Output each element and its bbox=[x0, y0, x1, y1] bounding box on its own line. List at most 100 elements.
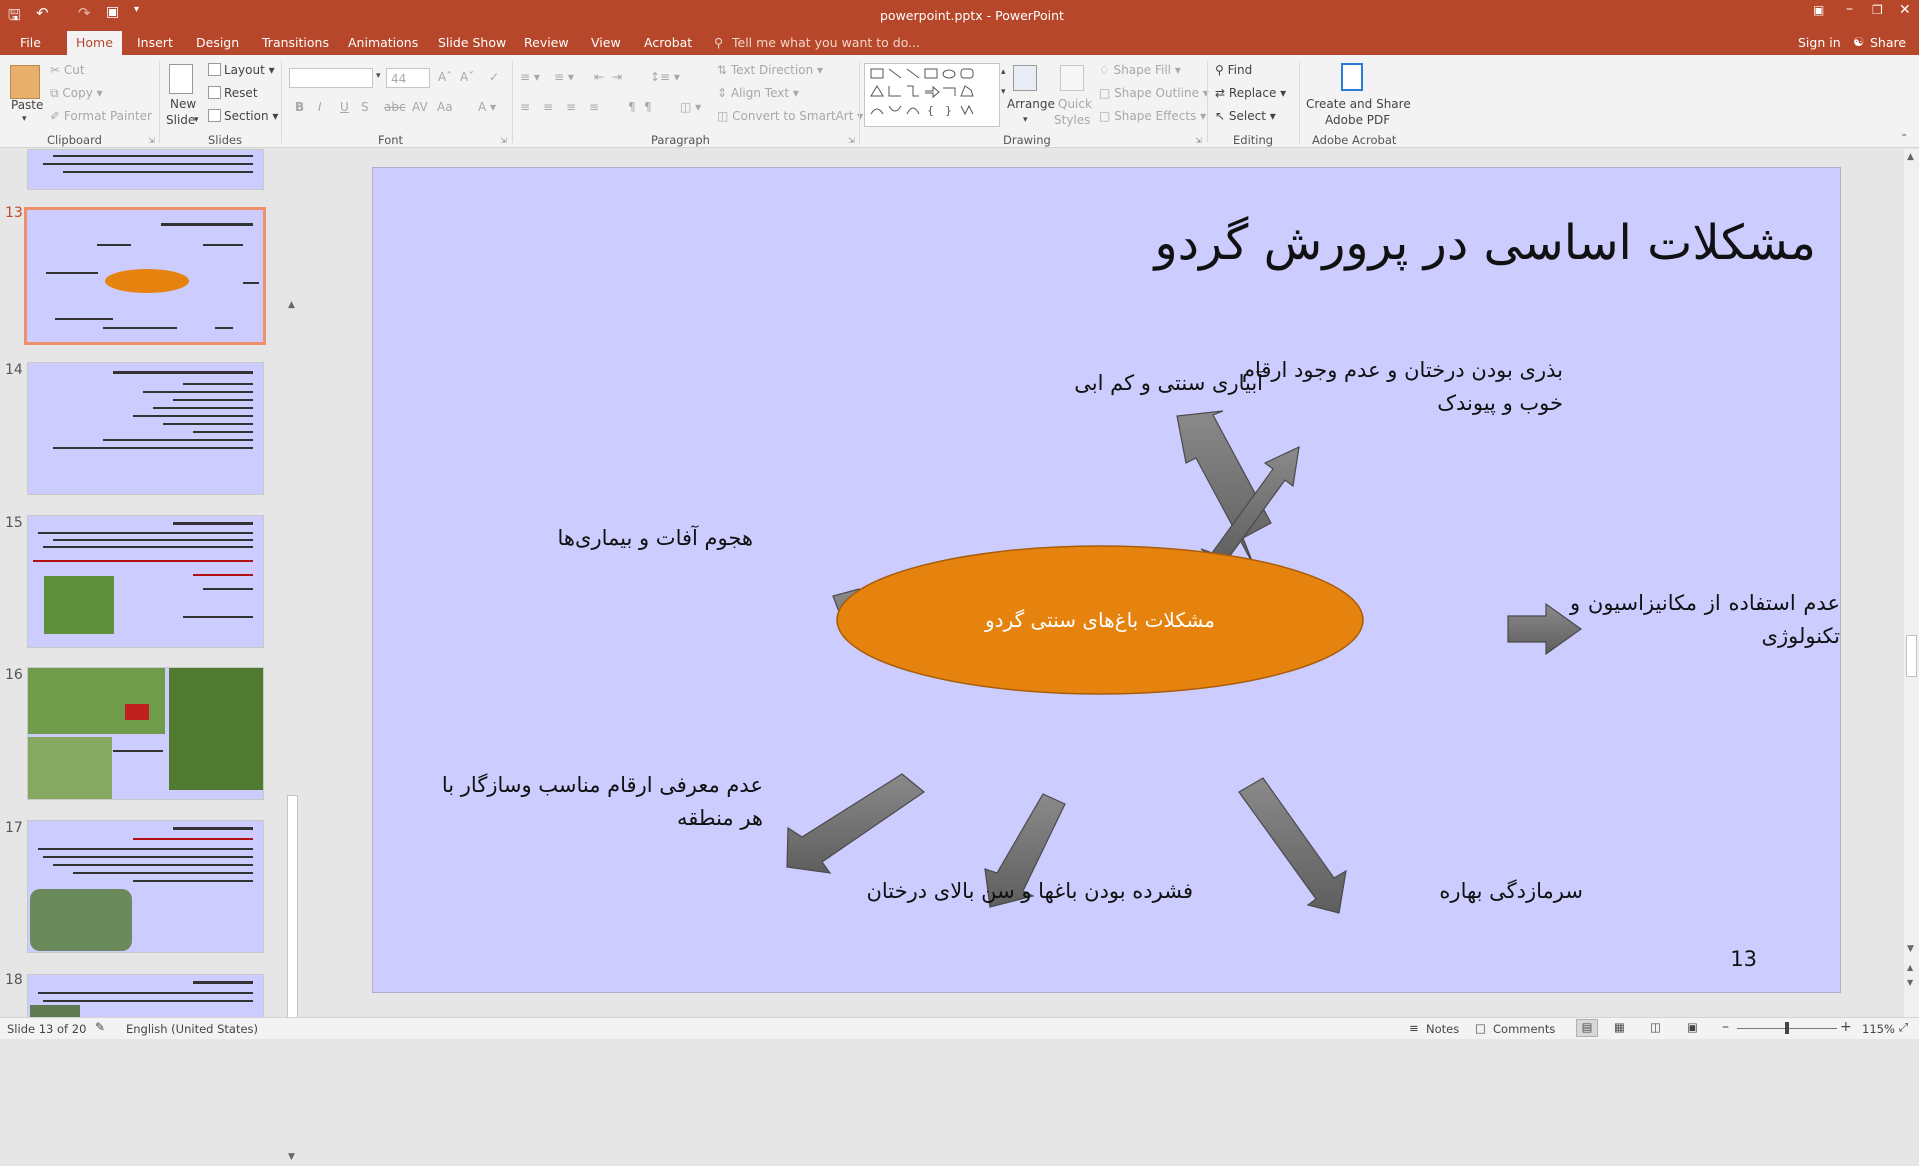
gallery-down-icon[interactable]: ▾ bbox=[1001, 87, 1006, 97]
paste-icon[interactable] bbox=[10, 65, 40, 99]
tab-slideshow[interactable]: Slide Show bbox=[438, 35, 506, 50]
numbering-icon[interactable]: ≡ ▾ bbox=[554, 70, 574, 84]
fit-slide-icon[interactable]: ⤢ bbox=[1899, 1020, 1908, 1035]
change-case-button[interactable]: Aa bbox=[437, 100, 453, 114]
collapse-ribbon-icon[interactable]: ⌃ bbox=[1900, 133, 1908, 144]
new-slide-icon[interactable] bbox=[169, 64, 193, 94]
zoom-in-icon[interactable]: + bbox=[1840, 1019, 1852, 1035]
paragraph-launcher-icon[interactable]: ⇲ bbox=[848, 136, 855, 145]
align-left-icon[interactable]: ≡ bbox=[520, 100, 530, 114]
slide-thumbnail-12[interactable] bbox=[27, 149, 264, 190]
adobe-pdf-icon[interactable] bbox=[1341, 63, 1363, 91]
label-frost[interactable]: سرمازدگی بهاره bbox=[1353, 875, 1583, 908]
new-slide-button-line2[interactable]: Slide bbox=[166, 113, 195, 127]
bold-button[interactable]: B bbox=[295, 100, 304, 114]
decrease-font-icon[interactable]: Aˇ bbox=[460, 70, 474, 84]
text-direction-button[interactable]: ⇅ Text Direction ▾ bbox=[717, 63, 823, 77]
slide-thumbnail-17[interactable] bbox=[27, 820, 264, 953]
font-name-input[interactable] bbox=[289, 68, 373, 88]
drawing-launcher-icon[interactable]: ⇲ bbox=[1195, 136, 1202, 145]
bullets-icon[interactable]: ≡ ▾ bbox=[520, 70, 540, 84]
scroll-up-icon[interactable]: ▲ bbox=[1907, 152, 1914, 162]
quick-styles-button-line2[interactable]: Styles bbox=[1054, 113, 1090, 127]
gallery-up-icon[interactable]: ▴ bbox=[1001, 67, 1006, 77]
font-name-dropdown-icon[interactable]: ▾ bbox=[376, 71, 381, 81]
scroll-up-icon[interactable]: ▲ bbox=[288, 300, 295, 310]
ribbon-display-icon[interactable]: ▣ bbox=[1813, 3, 1824, 17]
align-text-button[interactable]: ⇕ Align Text ▾ bbox=[717, 86, 799, 100]
font-color-icon[interactable]: A ▾ bbox=[478, 100, 496, 114]
zoom-out-icon[interactable]: – bbox=[1722, 1019, 1729, 1035]
quick-styles-icon[interactable] bbox=[1060, 65, 1084, 91]
scroll-down-icon[interactable]: ▼ bbox=[288, 1152, 295, 1162]
language-indicator[interactable]: English (United States) bbox=[126, 1022, 258, 1036]
quick-styles-button[interactable]: Quick bbox=[1058, 97, 1092, 111]
shapes-gallery[interactable]: {} bbox=[864, 63, 1000, 127]
close-icon[interactable]: ✕ bbox=[1899, 2, 1911, 18]
next-slide-icon[interactable]: ▼ bbox=[1907, 978, 1913, 987]
find-button[interactable]: ⚲ Find bbox=[1215, 63, 1252, 77]
customize-qat-icon[interactable]: ▾ bbox=[134, 4, 139, 15]
label-mechanization[interactable]: عدم استفاده از مکانیزاسیون و تکنولوژی bbox=[1570, 587, 1840, 653]
copy-button[interactable]: ⧉ Copy ▾ bbox=[50, 86, 103, 101]
decrease-indent-icon[interactable]: ⇤ bbox=[594, 70, 604, 84]
align-right-icon[interactable]: ≡ bbox=[566, 100, 576, 114]
clear-formatting-icon[interactable]: ✓ bbox=[489, 70, 499, 84]
italic-button[interactable]: I bbox=[318, 100, 322, 114]
increase-indent-icon[interactable]: ⇥ bbox=[612, 70, 622, 84]
tab-home[interactable]: Home bbox=[67, 31, 122, 55]
reset-button[interactable]: Reset bbox=[208, 86, 258, 100]
smartart-button[interactable]: ◫ Convert to SmartArt ▾ bbox=[717, 109, 863, 123]
replace-button[interactable]: ⇄ Replace ▾ bbox=[1215, 86, 1286, 100]
underline-button[interactable]: U bbox=[340, 100, 349, 114]
strikethrough-button[interactable]: abc bbox=[384, 100, 406, 114]
section-button[interactable]: Section ▾ bbox=[208, 109, 278, 123]
label-seed-trees[interactable]: بذری بودن درختان و عدم وجود ارقام خوب و … bbox=[1213, 354, 1563, 420]
tab-view[interactable]: View bbox=[591, 35, 621, 50]
layout-button[interactable]: Layout ▾ bbox=[208, 63, 275, 77]
paste-button[interactable]: Paste bbox=[11, 98, 43, 112]
slide-thumbnail-15[interactable] bbox=[27, 515, 264, 648]
maximize-icon[interactable]: ❐ bbox=[1872, 3, 1883, 17]
shadow-button[interactable]: S bbox=[361, 100, 369, 114]
tab-animations[interactable]: Animations bbox=[348, 35, 418, 50]
slide-thumbnail-16[interactable] bbox=[27, 667, 264, 800]
create-pdf-button-line2[interactable]: Adobe PDF bbox=[1325, 113, 1390, 127]
tab-insert[interactable]: Insert bbox=[137, 35, 173, 50]
tell-me-input[interactable]: Tell me what you want to do... bbox=[732, 35, 920, 50]
tab-file[interactable]: File bbox=[20, 35, 41, 50]
notes-button[interactable]: Notes bbox=[1426, 1022, 1459, 1036]
arrange-dropdown-icon[interactable]: ▾ bbox=[1023, 115, 1028, 125]
cut-button[interactable]: ✂ Cut bbox=[50, 63, 85, 77]
save-icon[interactable]: 🖫 bbox=[8, 5, 21, 30]
minimize-icon[interactable]: – bbox=[1846, 1, 1853, 17]
sign-in-link[interactable]: Sign in bbox=[1798, 35, 1841, 50]
slide-thumbnail-14[interactable] bbox=[27, 362, 264, 495]
arrange-icon[interactable] bbox=[1013, 65, 1037, 91]
create-pdf-button[interactable]: Create and Share bbox=[1306, 97, 1411, 111]
arrow-down-right[interactable] bbox=[1238, 777, 1347, 914]
label-irrigation[interactable]: آبیاری سنتی و کم ابی bbox=[873, 367, 1263, 400]
label-pests[interactable]: هجوم آفات و بیماری‌ها bbox=[433, 522, 753, 555]
increase-font-icon[interactable]: Aˆ bbox=[438, 70, 452, 84]
arrow-down-left[interactable] bbox=[786, 773, 925, 874]
label-density[interactable]: فشرده بودن باغها و سن بالای درختان bbox=[793, 875, 1193, 908]
justify-icon[interactable]: ≡ bbox=[589, 100, 599, 114]
align-center-icon[interactable]: ≡ bbox=[543, 100, 553, 114]
slide-thumbnail-13[interactable] bbox=[24, 207, 266, 345]
new-slide-dropdown-icon[interactable]: ▾ bbox=[194, 115, 199, 125]
slide-canvas[interactable]: مشکلات اساسی در پرورش گردو مشکلات باغ‌ها… bbox=[372, 167, 1841, 993]
slide-scrollbar[interactable]: ▲ ▼ ▲ ▼ bbox=[1904, 149, 1919, 1017]
paste-dropdown-icon[interactable]: ▾ bbox=[22, 114, 27, 124]
label-varieties[interactable]: عدم معرفی ارقام مناسب وسازگار با هر منطق… bbox=[413, 769, 763, 835]
arrange-button[interactable]: Arrange bbox=[1007, 97, 1055, 111]
rtl-icon[interactable]: ¶ bbox=[628, 100, 636, 114]
shape-effects-button[interactable]: □ Shape Effects ▾ bbox=[1099, 109, 1206, 123]
clipboard-launcher-icon[interactable]: ⇲ bbox=[148, 136, 155, 145]
line-spacing-icon[interactable]: ↕≡ ▾ bbox=[650, 70, 680, 84]
reading-view-icon[interactable]: ◫ bbox=[1650, 1020, 1661, 1034]
tab-acrobat[interactable]: Acrobat bbox=[644, 35, 692, 50]
tab-design[interactable]: Design bbox=[196, 35, 239, 50]
char-spacing-icon[interactable]: AV bbox=[412, 100, 428, 114]
font-size-input[interactable]: 44 bbox=[386, 68, 430, 88]
